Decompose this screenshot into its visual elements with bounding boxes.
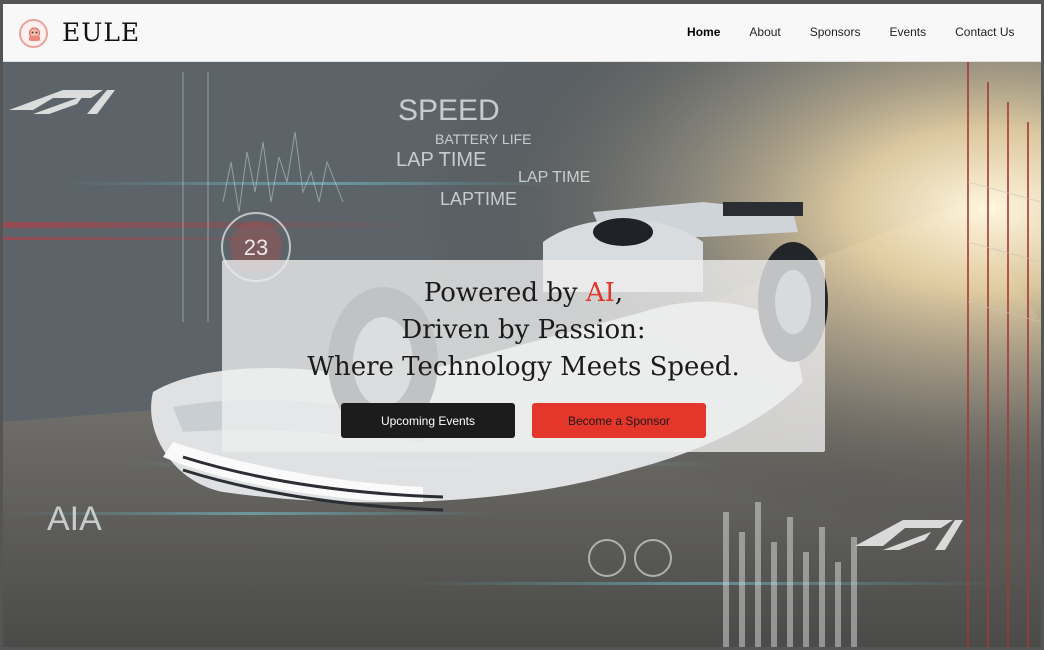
headline-line-3: Where Technology Meets Speed. bbox=[307, 352, 740, 382]
become-sponsor-button[interactable]: Become a Sponsor bbox=[532, 403, 706, 438]
nav-events[interactable]: Events bbox=[875, 25, 941, 39]
hero-headline: Powered by AI, Driven by Passion: Where … bbox=[222, 275, 825, 386]
svg-text:BATTERY LIFE: BATTERY LIFE bbox=[435, 131, 531, 147]
svg-text:AIA: AIA bbox=[47, 500, 102, 538]
upcoming-events-button[interactable]: Upcoming Events bbox=[341, 403, 515, 438]
brand-name[interactable]: EULE bbox=[62, 18, 140, 47]
svg-text:23: 23 bbox=[244, 235, 268, 260]
svg-text:LAPTIME: LAPTIME bbox=[440, 189, 517, 209]
nav-home[interactable]: Home bbox=[673, 25, 735, 39]
nav-about[interactable]: About bbox=[735, 25, 795, 39]
hero-overlay-card: Powered by AI, Driven by Passion: Where … bbox=[222, 260, 825, 452]
main-nav: Home About Sponsors Events Contact Us bbox=[673, 25, 1029, 39]
headline-line-2: Driven by Passion: bbox=[401, 315, 646, 345]
svg-text:SPEED: SPEED bbox=[398, 94, 500, 127]
nav-contact-us[interactable]: Contact Us bbox=[941, 25, 1029, 39]
headline-line-1: Powered by AI, bbox=[222, 275, 825, 312]
svg-text:LAP TIME: LAP TIME bbox=[396, 149, 486, 171]
svg-text:LAP TIME: LAP TIME bbox=[518, 169, 590, 186]
site-header: EULE Home About Sponsors Events Contact … bbox=[3, 4, 1041, 62]
hero-section: 23 SPEED BATTERY LIFE LAP TIME LAP TIME … bbox=[3, 62, 1041, 647]
mascot-logo-icon[interactable] bbox=[19, 19, 48, 48]
nav-sponsors[interactable]: Sponsors bbox=[795, 25, 875, 39]
headline-accent-ai: AI bbox=[585, 278, 615, 308]
headline-suffix: , bbox=[614, 278, 624, 308]
headline-prefix: Powered by bbox=[423, 278, 586, 308]
browser-frame: EULE Home About Sponsors Events Contact … bbox=[0, 0, 1044, 650]
